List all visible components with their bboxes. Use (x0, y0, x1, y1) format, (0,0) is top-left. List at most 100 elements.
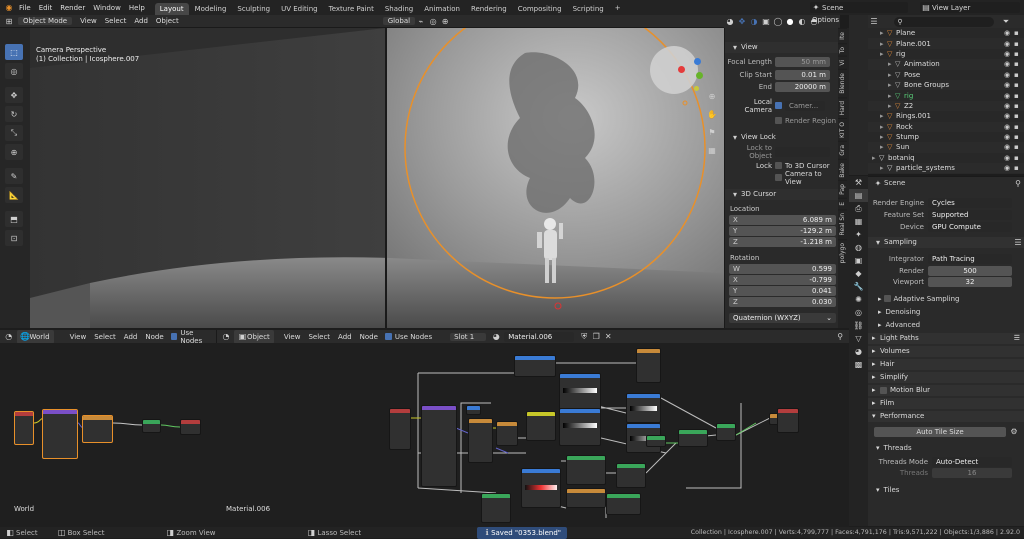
camera-icon[interactable]: ▪ (1014, 60, 1024, 68)
scene-icon[interactable]: ✦ (849, 228, 868, 241)
threads-subsection[interactable]: ▾ Threads (868, 442, 1024, 453)
presets-icon[interactable]: ☰ (1012, 237, 1024, 249)
outliner-item[interactable]: ▸ ▽ rig ◉ ▪ (868, 90, 1024, 100)
outliner-search-input[interactable]: ⚲ (894, 16, 994, 27)
world-node-background[interactable] (142, 419, 161, 433)
add-workspace-button[interactable]: + (610, 2, 626, 14)
data-icon[interactable]: ▽ (849, 332, 868, 345)
expand-arrow-icon[interactable]: ▸ (880, 112, 887, 120)
transform-icon[interactable]: ⊕ (5, 144, 23, 160)
expand-arrow-icon[interactable]: ▸ (880, 164, 887, 172)
blender-logo-icon[interactable]: ◉ (3, 2, 15, 14)
sidebar-tab-11[interactable]: polygo (838, 238, 847, 266)
shader-node-color-ramp-top[interactable] (514, 355, 556, 377)
material-icon[interactable]: ◕ (849, 345, 868, 358)
performance-section[interactable]: ▾ Performance (868, 411, 1024, 422)
viewport-menu-select[interactable]: Select (101, 17, 131, 25)
world-menu-view[interactable]: View (66, 333, 91, 341)
eye-icon[interactable]: ◉ (1004, 154, 1014, 162)
view-lock-section[interactable]: ▾ View Lock (725, 132, 840, 143)
shader-use-nodes-checkbox[interactable] (384, 333, 392, 340)
sidebar-tab-10[interactable]: Real Sn (838, 209, 847, 239)
editor-type-shader-icon[interactable]: ◔ (220, 331, 232, 343)
sidebar-tab-5[interactable]: KIT O (838, 117, 847, 141)
viewport-menu-object[interactable]: Object (152, 17, 183, 25)
gizmo-x-axis[interactable] (678, 66, 685, 73)
overlay-icon[interactable]: ◑ (748, 16, 760, 28)
local-camera-field[interactable]: Camer... (785, 100, 825, 111)
transform-orientation-dropdown[interactable]: Global (382, 17, 416, 25)
constraints-icon[interactable]: ⛓ (849, 319, 868, 332)
outliner-item[interactable]: ▸ ▽ botaniq ◉ ▪ (868, 153, 1024, 163)
film-section[interactable]: ▸ Film (868, 398, 1024, 409)
shader-node-displacement[interactable] (606, 493, 641, 515)
feature-set-dropdown[interactable]: Supported (928, 209, 1012, 220)
tab-animation[interactable]: Animation (419, 3, 465, 15)
eye-icon[interactable]: ◉ (1004, 143, 1014, 151)
outliner-item[interactable]: ▸ ▽ Pose ◉ ▪ (868, 70, 1024, 80)
shading-solid-icon[interactable]: ● (784, 16, 796, 28)
sidebar-tab-7[interactable]: Bake (838, 158, 847, 181)
shader-node-top-right[interactable] (636, 348, 661, 383)
collection-icon[interactable]: ▣ (849, 254, 868, 267)
eye-icon[interactable]: ◉ (1004, 50, 1014, 58)
to-3d-cursor-checkbox[interactable] (775, 162, 782, 169)
camera-icon[interactable]: ▪ (1014, 81, 1024, 89)
tab-modeling[interactable]: Modeling (190, 3, 232, 15)
move-icon[interactable]: ✥ (5, 87, 23, 103)
world-node-mapping[interactable] (42, 409, 78, 459)
lock-to-object-field[interactable] (775, 146, 830, 157)
tab-uv-editing[interactable]: UV Editing (276, 3, 323, 15)
expand-arrow-icon[interactable]: ▸ (880, 143, 887, 151)
sidebar-tab-6[interactable]: Gra (838, 140, 847, 159)
xray-icon[interactable]: ▣ (760, 16, 772, 28)
expand-arrow-icon[interactable]: ▸ (872, 154, 879, 162)
eye-icon[interactable]: ◉ (1004, 92, 1014, 100)
shader-menu-view[interactable]: View (280, 333, 305, 341)
sidebar-tab-1[interactable]: To (838, 42, 847, 57)
outliner-item[interactable]: ▸ ▽ Bone Groups ◉ ▪ (868, 79, 1024, 91)
expand-arrow-icon[interactable]: ▸ (880, 50, 887, 58)
world-menu-node[interactable]: Node (141, 333, 167, 341)
render-icon[interactable]: ▤ (849, 189, 868, 202)
adaptive-sampling-checkbox[interactable] (883, 295, 891, 302)
shader-node-principled-bsdf[interactable] (421, 405, 457, 487)
world-icon[interactable]: ◍ (849, 241, 868, 254)
hair-section[interactable]: ▸ Hair (868, 359, 1024, 370)
shader-type-dropdown[interactable]: 🌐 World (16, 329, 54, 344)
expand-arrow-icon[interactable]: ▸ (888, 60, 895, 68)
slot-dropdown[interactable]: Slot 1 (450, 332, 487, 341)
camera-icon[interactable]: ▪ (1014, 123, 1024, 131)
world-menu-select[interactable]: Select (90, 333, 120, 341)
tool-icon[interactable]: ⚒ (849, 176, 868, 189)
texture-icon[interactable]: ▩ (849, 358, 868, 371)
motion-blur-section[interactable]: ▸ Motion Blur (868, 385, 1024, 396)
editor-type-outliner-icon[interactable]: ☰ (868, 16, 880, 28)
sidebar-tab-3[interactable]: Blende (838, 68, 847, 97)
add-cube-icon[interactable]: ⬒ (5, 211, 23, 227)
eye-icon[interactable]: ◉ (1004, 81, 1014, 89)
integrator-dropdown[interactable]: Path Tracing (928, 253, 1012, 264)
shader-node-mix-a[interactable] (496, 421, 518, 446)
world-menu-add[interactable]: Add (120, 333, 142, 341)
rotation-mode-dropdown[interactable]: Quaternion (WXYZ) ⌄ (729, 313, 836, 323)
snap-icon[interactable]: ⌁ (415, 15, 427, 27)
camera-icon[interactable]: ▪ (1014, 50, 1024, 58)
viewport-menu-view[interactable]: View (76, 17, 101, 25)
gizmo-y-axis[interactable] (696, 72, 703, 79)
outliner-item[interactable]: ▸ ▽ rig ◉ ▪ (868, 49, 1024, 59)
scene-selector[interactable]: ✦ Scene (810, 2, 908, 13)
pin-icon[interactable]: ⚲ (834, 331, 846, 343)
camera-icon[interactable]: ▪ (1014, 71, 1024, 79)
render-engine-dropdown[interactable]: Cycles (928, 197, 1012, 208)
perspective-grid-icon[interactable]: ▦ (706, 144, 718, 156)
select-box-icon[interactable]: ⬚ (5, 44, 23, 60)
shading-material-icon[interactable]: ◐ (796, 16, 808, 28)
world-node-env-texture[interactable] (82, 415, 113, 443)
particles-icon[interactable]: ✺ (849, 293, 868, 306)
gizmo-z-axis[interactable] (694, 58, 701, 65)
shader-node-mix-shader-d[interactable] (716, 423, 736, 441)
menu-edit[interactable]: Edit (35, 4, 57, 12)
unlink-material-icon[interactable]: ✕ (602, 331, 614, 343)
shader-node-image-texture-a[interactable] (389, 408, 411, 450)
